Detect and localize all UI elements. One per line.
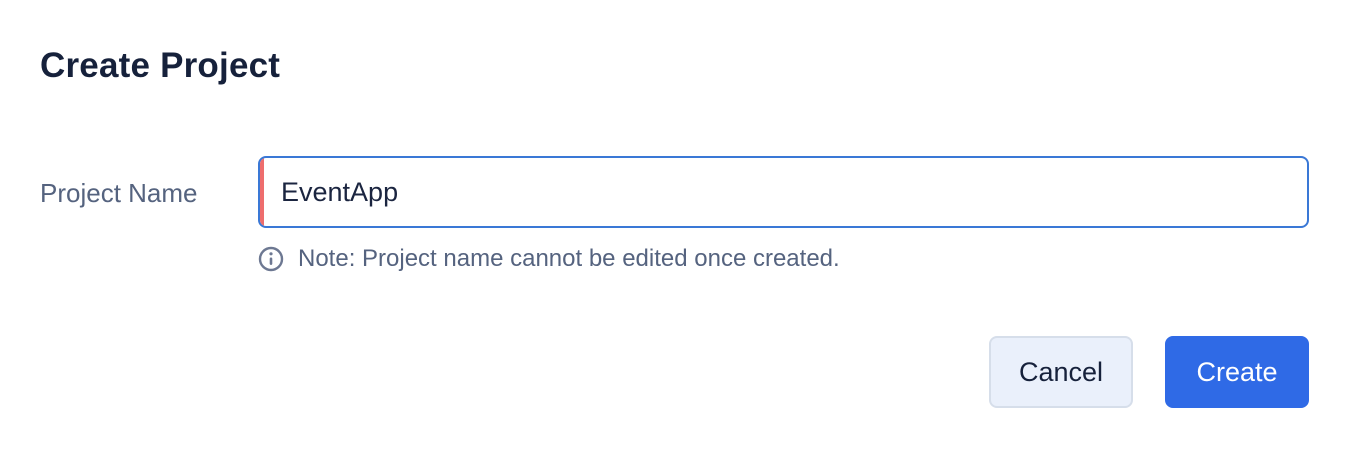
dialog-title: Create Project — [40, 46, 281, 85]
create-button[interactable]: Create — [1165, 336, 1309, 408]
info-icon — [258, 246, 284, 272]
project-name-input[interactable] — [260, 158, 1307, 226]
cancel-button[interactable]: Cancel — [989, 336, 1133, 408]
project-name-field[interactable] — [258, 156, 1309, 228]
note-text: Note: Project name cannot be edited once… — [298, 245, 840, 272]
create-project-dialog: Create Project Project Name Note: Projec… — [0, 0, 1352, 450]
field-note: Note: Project name cannot be edited once… — [258, 243, 840, 275]
project-name-label: Project Name — [40, 178, 198, 208]
